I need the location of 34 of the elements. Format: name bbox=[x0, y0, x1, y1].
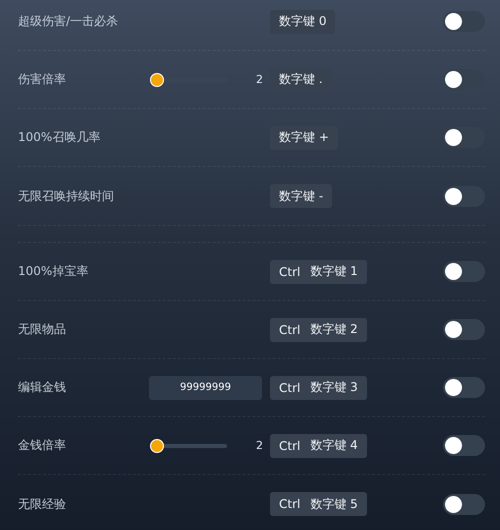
toggle-switch[interactable] bbox=[443, 319, 485, 340]
option-label: 无限召唤持续时间 bbox=[18, 188, 115, 204]
toggle-switch[interactable] bbox=[443, 186, 485, 206]
toggle-switch[interactable] bbox=[443, 69, 485, 90]
toggle-switch[interactable] bbox=[443, 377, 485, 398]
option-label: 无限物品 bbox=[18, 321, 67, 338]
hotkey-button[interactable]: Ctrl 数字键 2 bbox=[270, 318, 367, 342]
option-label: 无限经验 bbox=[18, 496, 67, 512]
slider-thumb[interactable] bbox=[150, 72, 164, 86]
toggle-switch[interactable] bbox=[443, 127, 485, 148]
toggle-switch[interactable] bbox=[443, 494, 485, 514]
toggle-switch[interactable] bbox=[443, 11, 485, 32]
hotkey-button[interactable]: 数字键 0 bbox=[270, 10, 336, 34]
hotkey-button[interactable]: 数字键 + bbox=[270, 126, 338, 150]
slider-value: 2 bbox=[256, 439, 263, 452]
slider-value: 2 bbox=[256, 73, 263, 86]
slider[interactable] bbox=[149, 438, 227, 454]
hotkey-button[interactable]: Ctrl 数字键 3 bbox=[270, 376, 367, 400]
slider-thumb[interactable] bbox=[150, 438, 164, 452]
option-label: 100%掉宝率 bbox=[18, 263, 90, 280]
option-label: 金钱倍率 bbox=[18, 437, 67, 454]
slider[interactable] bbox=[149, 72, 227, 88]
toggle-switch[interactable] bbox=[443, 261, 485, 282]
hotkey-button[interactable]: Ctrl 数字键 5 bbox=[270, 492, 367, 516]
option-label: 超级伤害/一击必杀 bbox=[18, 13, 120, 30]
option-label: 100%召唤几率 bbox=[18, 129, 102, 146]
option-label: 伤害倍率 bbox=[18, 71, 67, 88]
input-field[interactable]: 99999999 bbox=[149, 376, 262, 400]
hotkey-button[interactable]: 数字键 - bbox=[270, 184, 332, 208]
toggle-switch[interactable] bbox=[443, 435, 485, 456]
hotkey-button[interactable]: 数字键 . bbox=[270, 68, 332, 92]
option-label: 编辑金钱 bbox=[18, 379, 67, 396]
hotkey-button[interactable]: Ctrl 数字键 1 bbox=[270, 260, 367, 284]
hotkey-button[interactable]: Ctrl 数字键 4 bbox=[270, 434, 367, 458]
